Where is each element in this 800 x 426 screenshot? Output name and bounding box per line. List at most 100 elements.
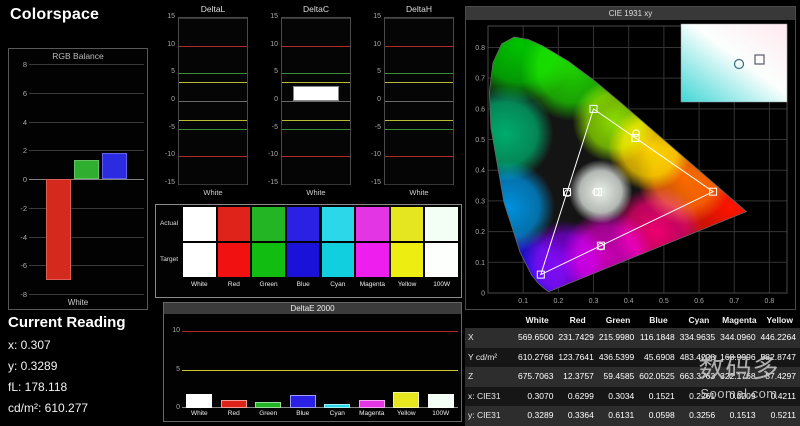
table-row-label: y: CIE31	[465, 406, 517, 426]
axis-tick-label: 15	[167, 13, 175, 20]
deltae-bar	[427, 394, 454, 408]
table-cell: 0.3289	[517, 406, 558, 426]
swatch-actual	[356, 207, 389, 241]
axis-tick-label: 0.7	[475, 76, 485, 83]
delta-chart-title: DeltaH	[406, 4, 432, 14]
color-blob	[568, 159, 633, 224]
table-cell: 436.5399	[597, 347, 639, 368]
reference-line	[385, 156, 453, 158]
reading-line: x: 0.307	[8, 338, 51, 352]
reference-line	[385, 73, 453, 75]
table-row-label: Z	[465, 367, 517, 387]
gridline	[385, 101, 453, 102]
axis-tick-label: 0.5	[659, 298, 669, 305]
table-cell: 0.3209	[719, 386, 760, 407]
reading-line: fL: 178.118	[8, 380, 68, 394]
gridline	[29, 92, 144, 94]
category-label: White	[306, 188, 326, 197]
delta-chart-title: DeltaL	[200, 4, 226, 14]
table-cell: 334.9635	[678, 328, 720, 348]
table-cell: 610.2768	[517, 347, 558, 368]
delta-chart-deltac: DeltaC 15 10 5 0 -5 -10 -15 White	[261, 4, 355, 202]
axis-tick-label: 0.8	[765, 298, 775, 305]
gridline	[29, 150, 144, 152]
swatch-target	[217, 243, 251, 277]
axis-tick-label: 4	[22, 117, 27, 127]
table-cell: 0.6299	[557, 386, 598, 407]
axis-tick-label: 15	[373, 13, 381, 20]
axis-tick-label: 0	[377, 96, 381, 103]
axis-tick-label: 0	[171, 96, 175, 103]
gridline	[29, 64, 144, 65]
gridline	[29, 121, 144, 123]
axis-tick-label: 10	[270, 40, 278, 48]
axis-tick-label: 10	[167, 40, 175, 48]
table-cell: 602.0525	[638, 367, 679, 387]
reference-line	[385, 120, 453, 122]
swatch-column-label: Yellow	[397, 281, 417, 288]
cie-plot: 0.1 0.2 0.3 0.4 0.5 0.6 0.7 0.8 0.8 0.7 0.6 0.5 0.4 0…	[475, 23, 788, 305]
axis-tick-label: 10	[373, 40, 381, 48]
table-column-header: Green	[597, 312, 639, 328]
axis-tick-label: 5	[176, 365, 180, 373]
axis-tick-label: -10	[267, 151, 278, 159]
delta-chart-plot	[281, 17, 351, 185]
swatch-column-label: Green	[259, 281, 278, 288]
table-cell: 446.2264	[759, 328, 800, 348]
swatch-target	[252, 243, 285, 277]
reference-line	[179, 73, 247, 75]
table-cell: 116.1848	[638, 328, 679, 348]
axis-tick-label: 0.7	[729, 298, 739, 305]
table-cell: 483.4228	[678, 347, 720, 368]
current-reading: Current Reading x: 0.307 y: 0.3289 fL: 178…	[8, 314, 126, 415]
delta-chart-deltah: DeltaH 15 10 5 0 -5 -10 -15 White	[364, 4, 458, 202]
axis-tick-label: -5	[374, 123, 381, 131]
reference-line	[179, 45, 247, 47]
table-cell: 0.5211	[759, 406, 800, 426]
table-cell: 663.3763	[678, 367, 720, 387]
reference-line	[282, 128, 350, 130]
table-cell: 0.3364	[557, 406, 598, 426]
reading-line: y: 0.3289	[8, 359, 58, 373]
swatch-target	[356, 243, 389, 277]
gridline	[385, 18, 453, 19]
delta-chart-deltal: DeltaL 15 10 5 0 -5 -10 -15 White	[158, 4, 252, 202]
reference-line	[282, 45, 350, 47]
reference-line	[385, 45, 453, 47]
deltae-2000-title: DeltaE 2000	[164, 303, 461, 314]
swatch-actual	[286, 207, 320, 241]
category-label: White	[190, 410, 208, 417]
axis-tick-label: -15	[370, 179, 381, 186]
reference-line	[385, 81, 453, 83]
axis-tick-label: 5	[171, 68, 175, 76]
reference-line	[182, 369, 458, 371]
whitepoint-inset	[680, 23, 788, 103]
table-cell: 168.9996	[719, 347, 760, 368]
table-cell: 582.8747	[759, 347, 800, 368]
table-cell: 0.2261	[678, 386, 720, 407]
table-cell: 0.3256	[678, 406, 720, 426]
axis-tick-label: 0.4	[624, 298, 634, 305]
deltae-bar	[358, 400, 385, 408]
reference-line	[179, 81, 247, 83]
category-label: White	[203, 188, 223, 197]
axis-tick-label: -5	[168, 123, 175, 131]
axis-tick-label: 0.3	[475, 198, 485, 205]
axis-tick-label: 2	[22, 146, 27, 156]
reference-line	[179, 156, 247, 158]
table-cell: 0.1521	[638, 386, 679, 407]
axis-tick-label: 0	[22, 175, 27, 184]
table-column-header: Red	[557, 312, 598, 328]
axis-tick-label: 0	[481, 291, 485, 298]
axis-tick-label: 10	[172, 327, 180, 335]
swatch-column-label: Red	[227, 281, 240, 288]
swatch-target	[183, 243, 216, 277]
swatch-row-label: Actual	[159, 220, 179, 227]
axis-tick-label: 0.6	[694, 298, 704, 305]
gridline	[29, 294, 144, 295]
table-cell: 0.6131	[597, 406, 639, 426]
gridline	[179, 18, 247, 19]
current-reading-values: x: 0.307 y: 0.3289 fL: 178.118 cd/m²: 610.2…	[8, 338, 126, 415]
delta-charts-group: DeltaL 15 10 5 0 -5 -10 -15 White DeltaC 15 10 5 0 -5 -…	[158, 4, 458, 202]
table-column-header: Magenta	[719, 312, 760, 328]
